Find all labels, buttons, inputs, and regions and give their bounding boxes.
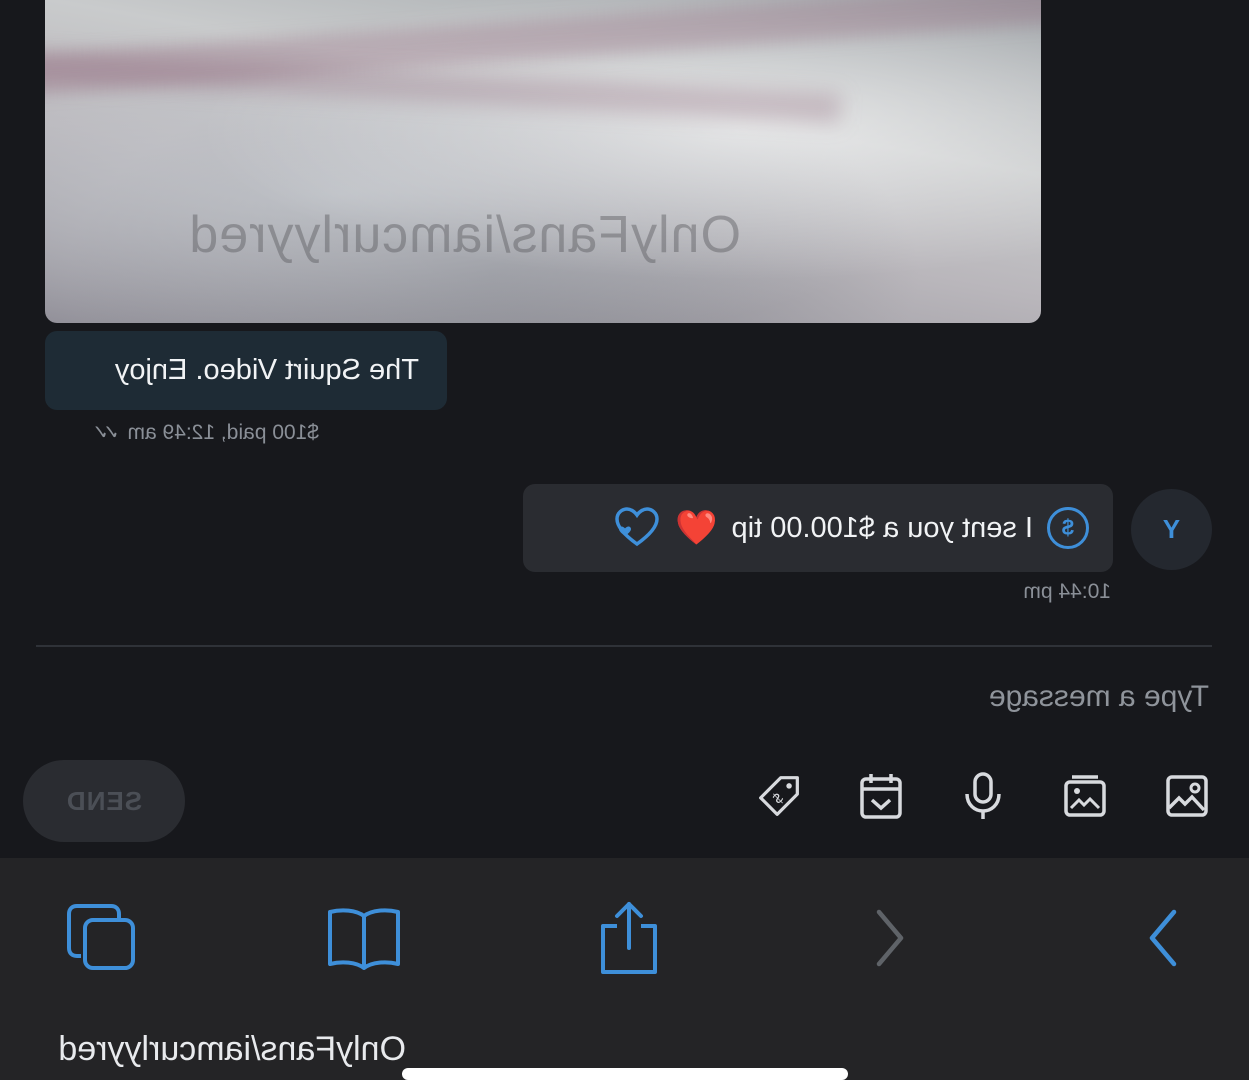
tabs-icon[interactable]	[61, 898, 141, 978]
incoming-message-status: $100 paid, 12:49 am	[127, 420, 319, 444]
chat-thread: OnlyFans/iamcurlyyred The Squirt Video. …	[0, 0, 1249, 858]
browser-url[interactable]: OnlyFans/iamcurlyyred	[58, 1030, 406, 1069]
message-input[interactable]: Type a message	[209, 680, 1209, 730]
share-icon[interactable]	[589, 898, 669, 978]
microphone-icon[interactable]	[961, 770, 1005, 822]
gallery-icon[interactable]	[1063, 770, 1107, 822]
tip-message-time: 10:44 pm	[1023, 580, 1111, 603]
red-heart-emoji: ❤️	[675, 509, 718, 547]
forward-icon[interactable]	[1124, 898, 1204, 978]
video-preview[interactable]: OnlyFans/iamcurlyyred	[45, 0, 1041, 323]
double-check-icon: ✓✓	[98, 422, 120, 444]
dollar-coin-icon: $	[1047, 507, 1089, 549]
send-label: SEND	[65, 785, 143, 816]
message-placeholder: Type a message	[988, 680, 1209, 713]
avatar[interactable]: Y	[1131, 489, 1212, 570]
home-indicator	[402, 1068, 848, 1080]
bookmarks-icon[interactable]	[324, 898, 404, 978]
calendar-icon[interactable]	[859, 770, 903, 822]
media-watermark: OnlyFans/iamcurlyyred	[188, 206, 741, 264]
tip-message-bubble: $ I sent you a $100.00 tip ❤️	[523, 484, 1113, 572]
price-tag-icon[interactable]: $	[757, 770, 801, 822]
mirrored-screen: OnlyFans/iamcurlyyred The Squirt Video. …	[0, 0, 1249, 1080]
image-icon[interactable]	[1165, 770, 1209, 822]
heart-reaction-icon[interactable]	[613, 506, 661, 550]
send-button[interactable]: SEND	[23, 760, 185, 842]
composer-divider	[36, 645, 1212, 647]
incoming-message-text: The Squirt Video. Enjoy	[114, 354, 419, 386]
incoming-message-bubble: The Squirt Video. Enjoy	[45, 331, 447, 410]
composer-toolbar: $	[757, 770, 1209, 822]
tip-message-text: I sent you a $100.00 tip	[731, 511, 1034, 544]
incoming-message-meta: $100 paid, 12:49 am ✓✓	[98, 420, 319, 445]
avatar-initial: Y	[1162, 514, 1181, 544]
back-icon[interactable]	[849, 898, 929, 978]
